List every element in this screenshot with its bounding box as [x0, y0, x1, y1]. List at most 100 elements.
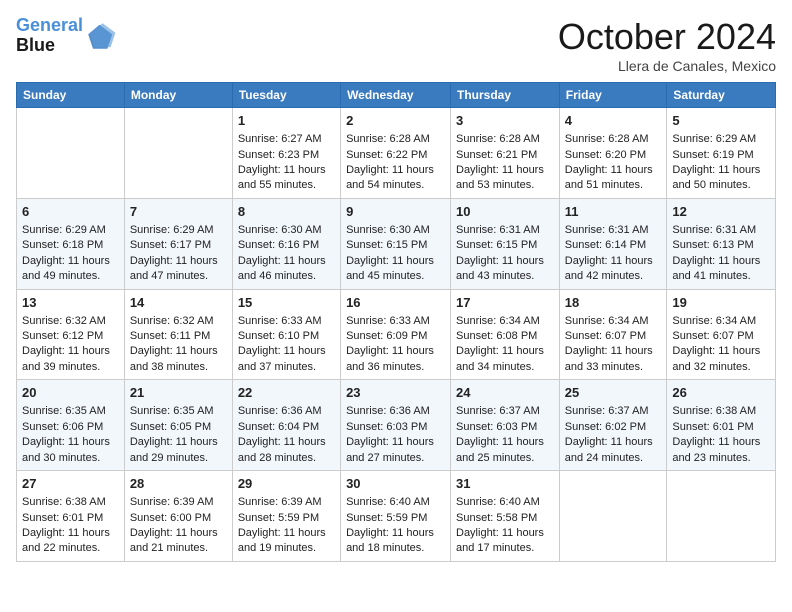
calendar-cell: 12Sunrise: 6:31 AMSunset: 6:13 PMDayligh…: [667, 198, 776, 289]
day-info: Sunrise: 6:38 AM: [672, 404, 770, 419]
logo-icon: [85, 20, 117, 52]
day-number: 27: [22, 475, 119, 493]
day-number: 22: [238, 384, 335, 402]
calendar-cell: [667, 471, 776, 562]
calendar-cell: 15Sunrise: 6:33 AMSunset: 6:10 PMDayligh…: [232, 289, 340, 380]
title-block: October 2024 Llera de Canales, Mexico: [558, 16, 776, 74]
day-info: Sunset: 6:19 PM: [672, 148, 770, 163]
day-info: Sunrise: 6:27 AM: [238, 132, 335, 147]
calendar-week-row: 1Sunrise: 6:27 AMSunset: 6:23 PMDaylight…: [17, 108, 776, 199]
logo-text: General Blue: [16, 16, 83, 56]
day-info: Sunset: 6:08 PM: [456, 329, 554, 344]
day-info: Sunrise: 6:40 AM: [346, 495, 445, 510]
day-number: 20: [22, 384, 119, 402]
day-info: Daylight: 11 hours and 29 minutes.: [130, 435, 227, 466]
weekday-header: Saturday: [667, 83, 776, 108]
day-info: Sunrise: 6:36 AM: [238, 404, 335, 419]
day-info: Sunset: 6:02 PM: [565, 420, 662, 435]
day-info: Daylight: 11 hours and 33 minutes.: [565, 344, 662, 375]
calendar-cell: 6Sunrise: 6:29 AMSunset: 6:18 PMDaylight…: [17, 198, 125, 289]
day-info: Sunset: 6:06 PM: [22, 420, 119, 435]
day-info: Sunset: 6:04 PM: [238, 420, 335, 435]
calendar-cell: [124, 108, 232, 199]
day-info: Sunrise: 6:30 AM: [238, 223, 335, 238]
day-number: 16: [346, 294, 445, 312]
day-info: Daylight: 11 hours and 17 minutes.: [456, 526, 554, 557]
calendar-cell: 5 Sunrise: 6:29 AMSunset: 6:19 PMDaylight…: [667, 108, 776, 199]
day-info: Daylight: 11 hours and 28 minutes.: [238, 435, 335, 466]
day-number: 24: [456, 384, 554, 402]
day-info: Sunrise: 6:39 AM: [130, 495, 227, 510]
day-number: 17: [456, 294, 554, 312]
day-info: Daylight: 11 hours and 32 minutes.: [672, 344, 770, 375]
calendar-cell: 10Sunrise: 6:31 AMSunset: 6:15 PMDayligh…: [451, 198, 560, 289]
day-number: 19: [672, 294, 770, 312]
day-info: Sunrise: 6:31 AM: [672, 223, 770, 238]
day-info: Sunrise: 6:34 AM: [565, 314, 662, 329]
weekday-header: Friday: [559, 83, 667, 108]
calendar-cell: 7Sunrise: 6:29 AMSunset: 6:17 PMDaylight…: [124, 198, 232, 289]
day-number: 29: [238, 475, 335, 493]
day-number: 7: [130, 203, 227, 221]
day-info: Sunset: 6:15 PM: [456, 238, 554, 253]
calendar-cell: 2Sunrise: 6:28 AMSunset: 6:22 PMDaylight…: [341, 108, 451, 199]
day-info: Sunset: 6:20 PM: [565, 148, 662, 163]
calendar-cell: 20Sunrise: 6:35 AMSunset: 6:06 PMDayligh…: [17, 380, 125, 471]
calendar-cell: 9Sunrise: 6:30 AMSunset: 6:15 PMDaylight…: [341, 198, 451, 289]
calendar-cell: 8Sunrise: 6:30 AMSunset: 6:16 PMDaylight…: [232, 198, 340, 289]
day-number: 31: [456, 475, 554, 493]
day-info: Sunrise: 6:28 AM: [565, 132, 662, 147]
day-info: Daylight: 11 hours and 42 minutes.: [565, 254, 662, 285]
day-number: 5: [672, 112, 770, 130]
day-info: Sunset: 6:13 PM: [672, 238, 770, 253]
day-info: Sunset: 6:17 PM: [130, 238, 227, 253]
calendar-cell: 1Sunrise: 6:27 AMSunset: 6:23 PMDaylight…: [232, 108, 340, 199]
day-info: Daylight: 11 hours and 53 minutes.: [456, 163, 554, 194]
calendar-cell: [559, 471, 667, 562]
day-number: 30: [346, 475, 445, 493]
day-info: Sunrise: 6:38 AM: [22, 495, 119, 510]
day-info: Sunset: 6:11 PM: [130, 329, 227, 344]
weekday-header: Wednesday: [341, 83, 451, 108]
weekday-header: Thursday: [451, 83, 560, 108]
day-info: Sunrise: 6:29 AM: [672, 132, 770, 147]
day-number: 28: [130, 475, 227, 493]
calendar-cell: 29 Sunrise: 6:39 AMSunset: 5:59 PMDayligh…: [232, 471, 340, 562]
day-info: Sunrise: 6:30 AM: [346, 223, 445, 238]
month-title: October 2024: [558, 16, 776, 58]
day-info: Sunrise: 6:37 AM: [565, 404, 662, 419]
calendar-cell: 22 Sunrise: 6:36 AMSunset: 6:04 PMDayligh…: [232, 380, 340, 471]
day-info: Sunset: 6:21 PM: [456, 148, 554, 163]
day-info: Daylight: 11 hours and 36 minutes.: [346, 344, 445, 375]
day-number: 26: [672, 384, 770, 402]
page-header: General Blue October 2024 Llera de Canal…: [16, 16, 776, 74]
calendar-cell: 13Sunrise: 6:32 AMSunset: 6:12 PMDayligh…: [17, 289, 125, 380]
day-info: Sunrise: 6:36 AM: [346, 404, 445, 419]
day-info: Sunrise: 6:34 AM: [456, 314, 554, 329]
calendar-week-row: 27Sunrise: 6:38 AMSunset: 6:01 PMDayligh…: [17, 471, 776, 562]
day-info: Daylight: 11 hours and 23 minutes.: [672, 435, 770, 466]
day-number: 4: [565, 112, 662, 130]
day-info: Sunset: 5:59 PM: [238, 511, 335, 526]
day-info: Sunrise: 6:40 AM: [456, 495, 554, 510]
day-info: Daylight: 11 hours and 19 minutes.: [238, 526, 335, 557]
day-info: Daylight: 11 hours and 55 minutes.: [238, 163, 335, 194]
day-info: Daylight: 11 hours and 50 minutes.: [672, 163, 770, 194]
day-info: Sunset: 6:10 PM: [238, 329, 335, 344]
day-number: 9: [346, 203, 445, 221]
day-info: Sunset: 6:09 PM: [346, 329, 445, 344]
calendar-cell: 27Sunrise: 6:38 AMSunset: 6:01 PMDayligh…: [17, 471, 125, 562]
calendar-table: SundayMondayTuesdayWednesdayThursdayFrid…: [16, 82, 776, 562]
day-number: 1: [238, 112, 335, 130]
day-info: Sunrise: 6:39 AM: [238, 495, 335, 510]
day-info: Daylight: 11 hours and 41 minutes.: [672, 254, 770, 285]
day-info: Sunset: 6:16 PM: [238, 238, 335, 253]
calendar-cell: 21Sunrise: 6:35 AMSunset: 6:05 PMDayligh…: [124, 380, 232, 471]
calendar-cell: 30Sunrise: 6:40 AMSunset: 5:59 PMDayligh…: [341, 471, 451, 562]
calendar-cell: 14Sunrise: 6:32 AMSunset: 6:11 PMDayligh…: [124, 289, 232, 380]
day-info: Sunset: 6:15 PM: [346, 238, 445, 253]
day-info: Daylight: 11 hours and 30 minutes.: [22, 435, 119, 466]
day-info: Daylight: 11 hours and 43 minutes.: [456, 254, 554, 285]
calendar-cell: 24Sunrise: 6:37 AMSunset: 6:03 PMDayligh…: [451, 380, 560, 471]
day-info: Sunset: 6:03 PM: [456, 420, 554, 435]
